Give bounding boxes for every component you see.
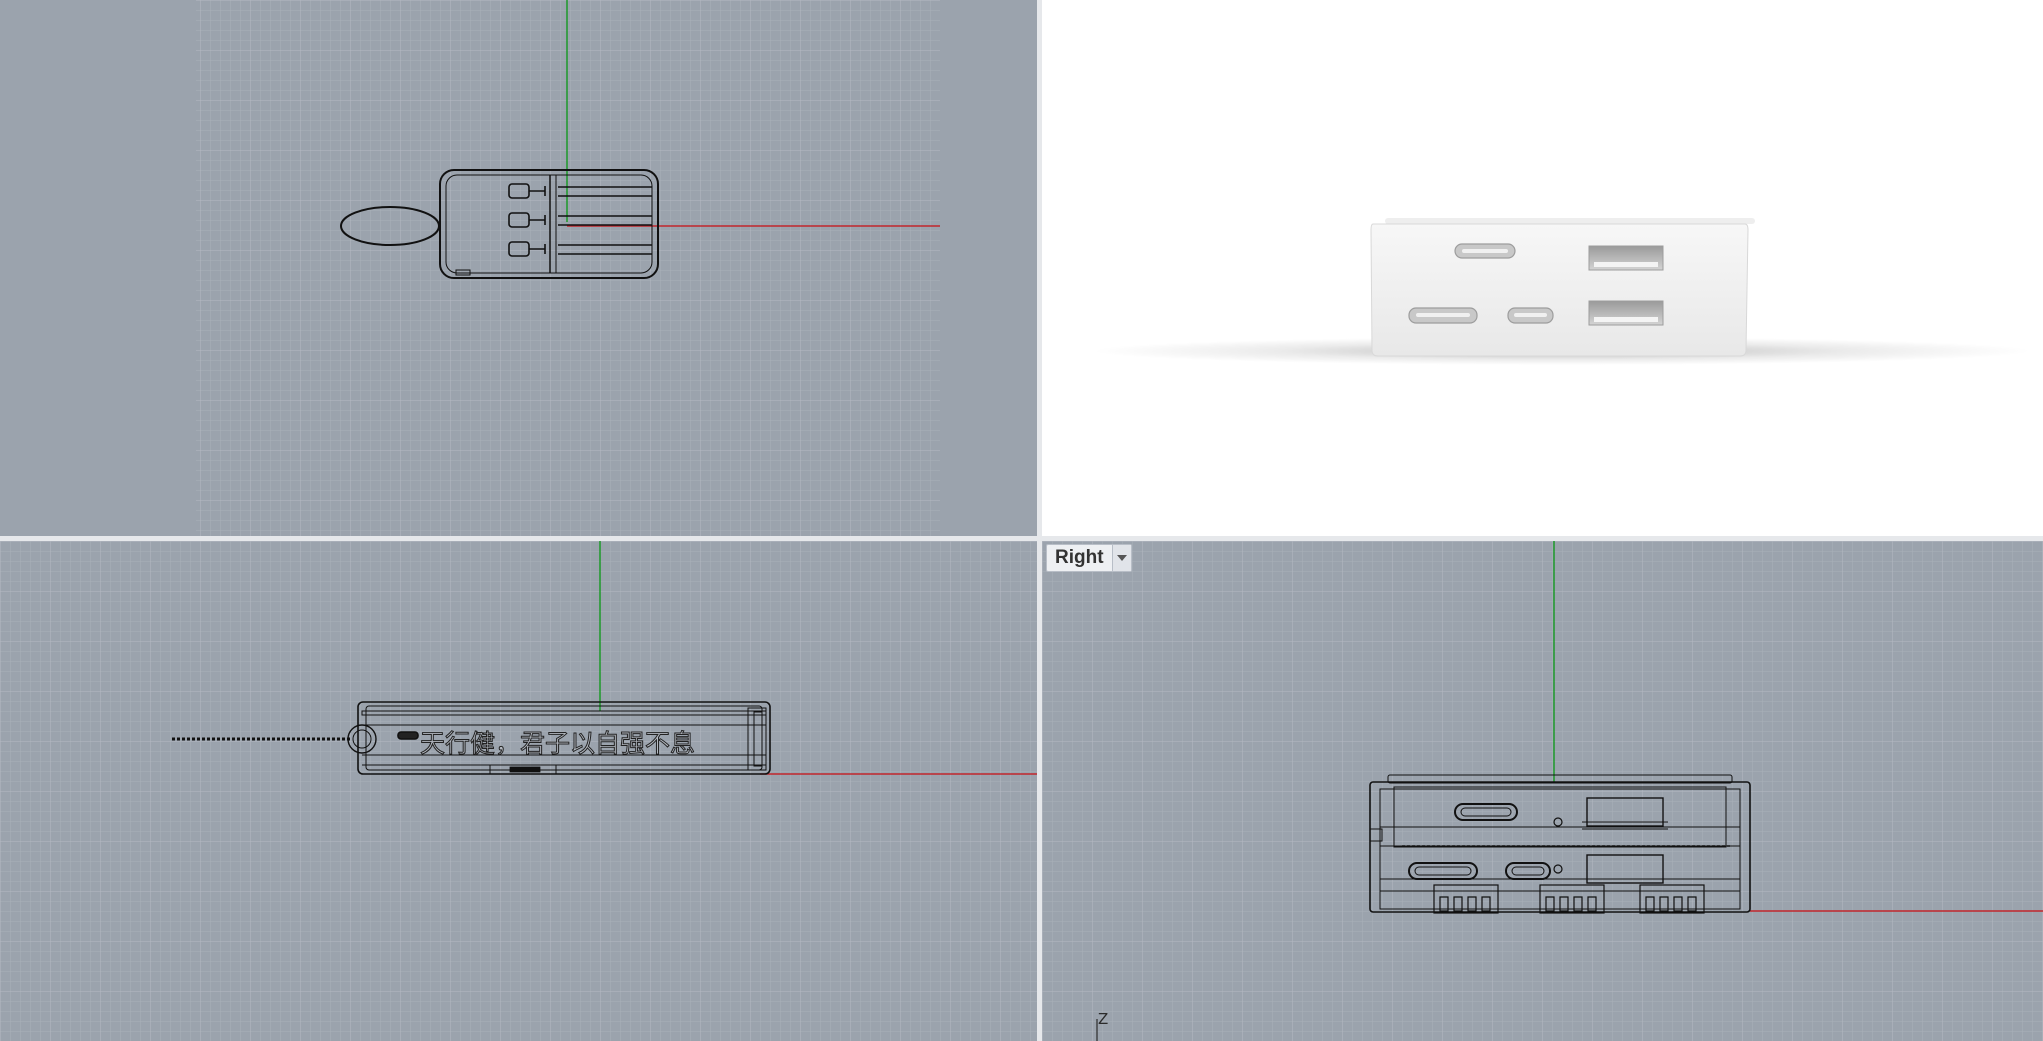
front-viewport-canvas: 天行健，君子以自强不息: [0, 541, 1037, 1041]
rendered-charger-model: [1370, 218, 1755, 357]
construction-grid: [1042, 541, 2043, 1041]
front-viewport[interactable]: 天行健，君子以自强不息: [0, 541, 1037, 1041]
viewport-menu-dropdown-icon[interactable]: [1111, 545, 1131, 571]
right-viewport-canvas: [1042, 541, 2043, 1041]
top-viewport[interactable]: [0, 0, 1037, 536]
rendered-viewport[interactable]: [1042, 0, 2043, 536]
z-axis-label: Z: [1098, 1010, 1109, 1028]
rendered-view-canvas: [1092, 218, 2032, 365]
engraved-text: 天行健，君子以自强不息: [420, 729, 695, 758]
viewport-title[interactable]: Right: [1047, 545, 1112, 571]
top-viewport-canvas: [196, 0, 940, 536]
viewport-tab-right[interactable]: Right: [1046, 544, 1132, 572]
construction-grid: [0, 541, 1037, 1041]
construction-grid: [196, 0, 940, 536]
right-viewport[interactable]: Right Z: [1042, 541, 2043, 1041]
